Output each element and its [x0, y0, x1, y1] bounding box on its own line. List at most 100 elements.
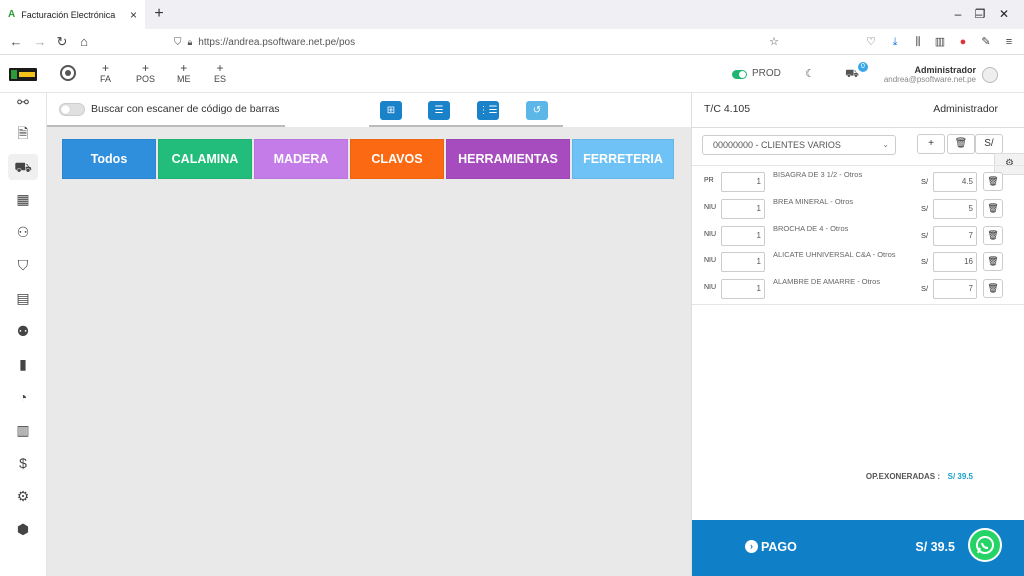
delete-item-button[interactable]: 🗑︎ — [983, 199, 1003, 218]
item-unit: NIU — [704, 204, 717, 211]
header-link-me[interactable]: + ME — [177, 62, 191, 84]
price-field[interactable]: 7 — [933, 226, 977, 246]
price-field[interactable]: 16 — [933, 252, 977, 272]
plus-icon: + — [102, 61, 110, 75]
avatar[interactable] — [982, 67, 998, 83]
plus-icon: + — [216, 61, 224, 75]
header-link-pos[interactable]: + POS — [136, 62, 155, 84]
sidebar-item-documents[interactable]: 🗎︎ — [8, 120, 38, 146]
header-link-fa[interactable]: + FA — [100, 62, 111, 84]
quantity-field[interactable]: 1 — [721, 226, 765, 246]
url-text[interactable]: https://andrea.psoftware.net.pe/pos — [198, 37, 355, 48]
cart-item: PR 1 BISAGRA DE 3 1/2 - Otros S/ 4.5 🗑︎ — [692, 170, 1024, 196]
company-logo[interactable] — [9, 68, 37, 81]
close-window-button[interactable]: ✕ — [982, 0, 1024, 29]
toolbar-divider — [369, 125, 563, 127]
client-select[interactable]: 00000000 - CLIENTES VARIOS ⌄ — [702, 135, 896, 155]
eyedropper-icon[interactable]: ✎ — [977, 33, 995, 51]
category-clavos[interactable]: CLAVOS — [350, 139, 444, 179]
sidebar-item-user-check[interactable]: ⚇ — [8, 219, 38, 245]
sidebar-item-pie-chart[interactable]: ◔ — [8, 384, 38, 410]
barcode-scan-toggle[interactable] — [59, 103, 85, 116]
toolbar-divider — [47, 125, 285, 127]
item-currency: S/ — [921, 204, 929, 213]
browser-navbar: ← → ↻ ⌂ ⛉ 🔒︎ https://andrea.psoftware.ne… — [0, 29, 1024, 55]
sidebar-item-box[interactable]: ⬢ — [8, 516, 38, 542]
delete-item-button[interactable]: 🗑︎ — [983, 252, 1003, 271]
sidebar-item-dollar[interactable]: $ — [8, 450, 38, 476]
url-bar[interactable]: ⛉ 🔒︎ https://andrea.psoftware.net.pe/pos — [166, 31, 786, 53]
sidebar-item-archive[interactable]: ▤ — [8, 285, 38, 311]
forward-icon[interactable]: → — [30, 32, 50, 52]
download-icon[interactable]: ⤓ — [886, 33, 904, 51]
adblock-icon[interactable]: ● — [954, 33, 972, 51]
sidebar-item-bag[interactable]: ⛉ — [8, 252, 38, 278]
quantity-field[interactable]: 1 — [721, 252, 765, 272]
category-calamina[interactable]: CALAMINA — [158, 139, 252, 179]
chevron-down-icon: ⌄ — [882, 140, 889, 149]
clear-cart-button[interactable]: 🗑︎ — [947, 134, 975, 154]
add-client-button[interactable]: + — [917, 134, 945, 154]
moon-icon[interactable]: ☾ — [803, 67, 817, 81]
item-unit: NIU — [704, 231, 717, 238]
new-tab-button[interactable]: + — [149, 4, 169, 24]
currency-button[interactable]: S/ — [975, 134, 1003, 154]
reload-icon[interactable]: ↻ — [52, 32, 72, 52]
sidebar-item-bar-chart[interactable]: ▥ — [8, 417, 38, 443]
quantity-field[interactable]: 1 — [721, 172, 765, 192]
refresh-button[interactable]: ↺ — [526, 101, 548, 120]
bookmark-star-icon[interactable]: ☆ — [765, 33, 783, 51]
shield-icon: ⛉ — [174, 36, 182, 48]
sidebar-item-settings[interactable]: ⚙ — [8, 483, 38, 509]
menu-icon[interactable]: ≡ — [1000, 33, 1018, 51]
sidebar-item-users[interactable]: ⚉ — [8, 318, 38, 344]
price-field[interactable]: 7 — [933, 279, 977, 299]
target-icon[interactable] — [60, 65, 76, 81]
delete-item-button[interactable]: 🗑︎ — [983, 226, 1003, 245]
back-icon[interactable]: ← — [6, 32, 26, 52]
header-link-es[interactable]: + ES — [214, 62, 226, 84]
price-field[interactable]: 5 — [933, 199, 977, 219]
cart-icon[interactable]: ⛟ — [845, 67, 859, 81]
list-view-button[interactable]: ☰ — [428, 101, 450, 120]
category-todos[interactable]: Todos — [62, 139, 156, 179]
category-herramientas[interactable]: HERRAMIENTAS — [446, 139, 570, 179]
home-icon[interactable]: ⌂ — [74, 32, 94, 52]
plus-icon: + — [142, 61, 150, 75]
item-name: BREA MINERAL - Otros — [773, 197, 854, 206]
delete-item-button[interactable]: 🗑︎ — [983, 279, 1003, 298]
item-currency: S/ — [921, 284, 929, 293]
price-field[interactable]: 4.5 — [933, 172, 977, 192]
cart-item: NIU 1 BROCHA DE 4 - Otros S/ 7 🗑︎ — [692, 224, 1024, 250]
category-madera[interactable]: MADERA — [254, 139, 348, 179]
item-name: ALAMBRE DE AMARRE - Otros — [773, 277, 881, 286]
cart-item: NIU 1 BREA MINERAL - Otros S/ 5 🗑︎ — [692, 197, 1024, 223]
whatsapp-icon[interactable] — [968, 528, 1002, 562]
item-unit: NIU — [704, 257, 717, 264]
close-tab-icon[interactable]: × — [130, 8, 137, 22]
browser-tab[interactable]: A Facturación Electrónica × — [0, 0, 145, 29]
sidebar-item-wand[interactable]: ⚯ — [8, 89, 38, 115]
pay-button[interactable]: › PAGO S/ 39.5 — [692, 520, 1024, 576]
quantity-field[interactable]: 1 — [721, 199, 765, 219]
detail-list-view-button[interactable]: ⋮☰ — [477, 101, 499, 120]
sidebar-item-pos[interactable]: ⛟ — [8, 154, 38, 180]
sale-panel: T/C 4.105 Administrador 00000000 - CLIEN… — [691, 93, 1024, 576]
barcode-extension-icon[interactable]: ▥ — [931, 33, 949, 51]
app-header: + FA + POS + ME + ES PROD ☾ ⛟ 0 Administrado… — [0, 55, 1024, 93]
grid-view-button[interactable]: ⊞ — [380, 101, 402, 120]
pocket-icon[interactable]: ♡ — [862, 33, 880, 51]
library-icon[interactable]: ⫼ — [909, 33, 927, 51]
sidebar-item-grid[interactable]: ▦ — [8, 186, 38, 212]
exchange-rate: T/C 4.105 — [704, 103, 751, 115]
user-name[interactable]: Administrador — [914, 65, 976, 75]
item-unit: PR — [704, 177, 714, 184]
category-ferreteria[interactable]: FERRETERIA — [572, 139, 674, 179]
item-name: BISAGRA DE 3 1/2 - Otros — [773, 170, 863, 179]
prod-mode-label: PROD — [752, 68, 781, 79]
prod-mode-toggle[interactable] — [732, 70, 747, 79]
quantity-field[interactable]: 1 — [721, 279, 765, 299]
delete-item-button[interactable]: 🗑︎ — [983, 172, 1003, 191]
sidebar-item-receipt[interactable]: ▮ — [8, 351, 38, 377]
panel-divider — [692, 127, 1024, 128]
